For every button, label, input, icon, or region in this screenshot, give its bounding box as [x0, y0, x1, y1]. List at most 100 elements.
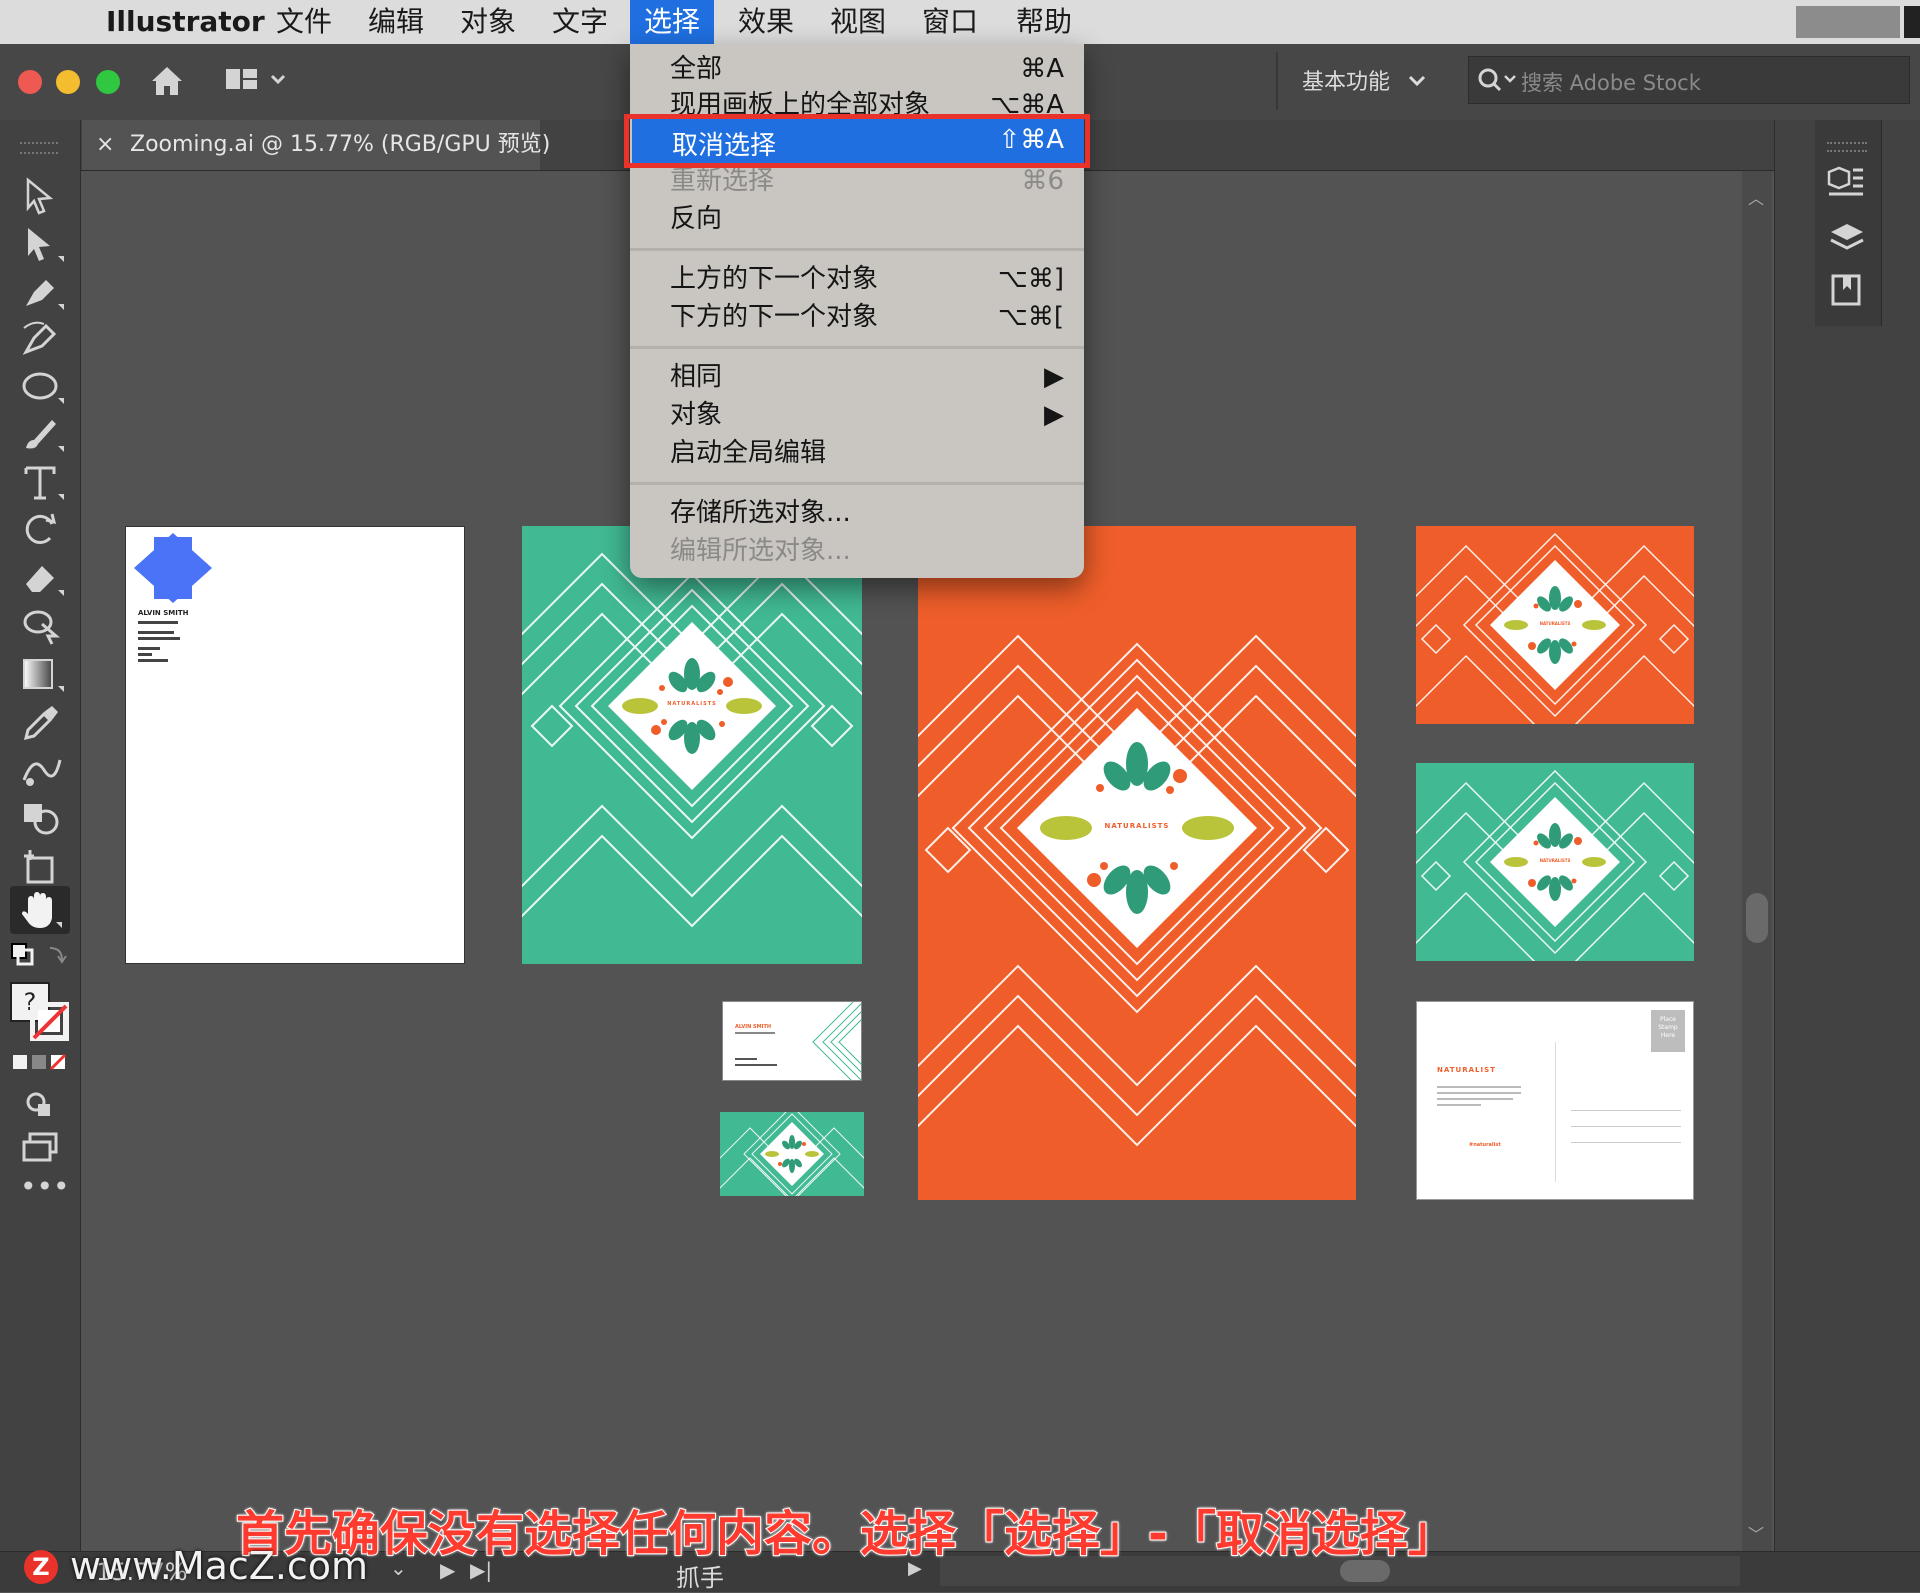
- artboard-teal-poster[interactable]: NATURALISTS: [522, 526, 862, 964]
- menu-item-label: 编辑所选对象...: [670, 536, 851, 566]
- menu-item-save-selection[interactable]: 存储所选对象...: [670, 496, 1064, 530]
- libraries-panel-icon[interactable]: [1827, 272, 1867, 308]
- divider: [1276, 52, 1278, 110]
- menu-separator: [630, 482, 1084, 485]
- menu-object[interactable]: 对象: [460, 0, 516, 44]
- menu-item-same[interactable]: 相同 ▶: [670, 360, 1064, 394]
- artboard-orange-card[interactable]: NATURALISTS: [1416, 526, 1694, 724]
- shape-builder-tool-icon[interactable]: [20, 798, 66, 838]
- blend-tool-icon[interactable]: [20, 750, 66, 790]
- orange-poster-brand: NATURALISTS: [1104, 822, 1170, 830]
- menu-separator: [630, 248, 1084, 251]
- menu-select[interactable]: 选择: [630, 0, 715, 44]
- arrange-documents-icon[interactable]: [224, 66, 288, 96]
- artboard-business-card[interactable]: ALVIN SMITH: [722, 1001, 862, 1081]
- watermark-logo: Z: [24, 1550, 58, 1584]
- stroke-color-icon[interactable]: [30, 1002, 70, 1042]
- menu-item-next-object-above[interactable]: 上方的下一个对象 ⌥⌘]: [670, 262, 1064, 296]
- artboard-business-card-back[interactable]: [720, 1112, 864, 1196]
- menu-item-object[interactable]: 对象 ▶: [670, 398, 1064, 432]
- postcard-text-line: [1437, 1104, 1481, 1106]
- menu-help[interactable]: 帮助: [1016, 0, 1072, 44]
- business-card-back-art: [720, 1112, 864, 1196]
- business-card-pattern: [812, 1002, 861, 1080]
- search-placeholder: 搜索 Adobe Stock: [1521, 71, 1701, 95]
- eyedropper-tool-icon[interactable]: [20, 702, 66, 742]
- vertical-scrollbar[interactable]: ︿ ﹀: [1742, 171, 1772, 1551]
- postcard-text-line: [1437, 1092, 1521, 1094]
- vertical-scroll-thumb[interactable]: [1746, 893, 1768, 943]
- document-tab[interactable]: × Zooming.ai @ 15.77% (RGB/GPU 预览): [82, 120, 550, 170]
- close-tab-icon[interactable]: ×: [96, 120, 114, 170]
- close-window-button[interactable]: [18, 70, 42, 94]
- right-panel-dock: [1774, 120, 1920, 1591]
- scroll-up-icon[interactable]: ︿: [1748, 185, 1764, 209]
- menu-item-label: 启动全局编辑: [670, 438, 827, 468]
- tutorial-caption: 首先确保没有选择任何内容。选择「选择」-「取消选择」: [235, 1505, 1457, 1563]
- menu-item-next-object-below[interactable]: 下方的下一个对象 ⌥⌘[: [670, 300, 1064, 334]
- menu-item-label: 反向: [670, 204, 723, 234]
- stock-search-field[interactable]: 搜索 Adobe Stock: [1468, 56, 1910, 104]
- letterhead-name: ALVIN SMITH: [138, 609, 189, 617]
- postcard-text-line: [1437, 1086, 1521, 1088]
- menu-item-select-all[interactable]: 全部 ⌘A: [670, 52, 1064, 86]
- menu-effect[interactable]: 效果: [738, 0, 794, 44]
- properties-panel-icon[interactable]: [1825, 164, 1869, 204]
- layers-panel-icon[interactable]: [1827, 220, 1867, 256]
- menu-item-shortcut: ⌘6: [1021, 166, 1064, 196]
- artboard-letterhead[interactable]: ALVIN SMITH: [125, 526, 465, 964]
- artboard-teal-card[interactable]: NATURALISTS: [1416, 763, 1694, 961]
- postcard-title: NATURALIST: [1437, 1066, 1496, 1074]
- curvature-tool-icon[interactable]: [20, 318, 66, 358]
- menu-edit[interactable]: 编辑: [368, 0, 424, 44]
- postcard-address-line: [1571, 1142, 1681, 1143]
- artboard-orange-poster[interactable]: NATURALISTS: [918, 526, 1356, 1200]
- postcard-text-line: [1437, 1098, 1513, 1100]
- status-item: [1796, 6, 1900, 38]
- paintbrush-tool-icon[interactable]: [20, 414, 66, 454]
- ellipse-tool-icon[interactable]: [20, 366, 66, 406]
- menu-window[interactable]: 窗口: [922, 0, 978, 44]
- free-transform-tool-icon[interactable]: [20, 606, 66, 646]
- app-menu[interactable]: Illustrator: [106, 0, 265, 44]
- submenu-arrow-icon: ▶: [1044, 400, 1064, 430]
- selection-tool-icon[interactable]: [20, 176, 60, 216]
- business-card-line: [735, 1064, 777, 1066]
- artboard-postcard[interactable]: Place Stamp Here NATURALIST #naturalist: [1416, 1001, 1694, 1200]
- gradient-tool-icon[interactable]: [20, 654, 66, 694]
- menu-file[interactable]: 文件: [276, 0, 332, 44]
- chevron-down-icon[interactable]: [1408, 74, 1426, 88]
- type-tool-icon[interactable]: [20, 462, 66, 502]
- menu-separator: [630, 346, 1084, 349]
- pen-tool-icon[interactable]: [20, 272, 66, 312]
- menu-type[interactable]: 文字: [552, 0, 608, 44]
- menu-item-inverse[interactable]: 反向: [670, 202, 1064, 236]
- screen-mode-icon[interactable]: [20, 1130, 60, 1166]
- workspace-switcher[interactable]: 基本功能: [1302, 64, 1390, 96]
- draw-mode-icon[interactable]: [24, 1088, 56, 1120]
- direct-selection-tool-icon[interactable]: [20, 224, 66, 264]
- menu-item-label: 对象: [670, 400, 723, 430]
- zoom-window-button[interactable]: [96, 70, 120, 94]
- toolbar-grip[interactable]: [20, 142, 58, 154]
- panel-grip[interactable]: [1827, 142, 1867, 152]
- artboard-tool-icon[interactable]: [20, 846, 66, 886]
- tools-panel: ? •••: [0, 120, 81, 1591]
- eraser-tool-icon[interactable]: [20, 558, 66, 598]
- home-icon[interactable]: [148, 62, 186, 100]
- scroll-down-icon[interactable]: ﹀: [1748, 1521, 1764, 1545]
- menu-item-global-edit[interactable]: 启动全局编辑: [670, 436, 1064, 470]
- more-tools-icon[interactable]: •••: [20, 1170, 70, 1203]
- business-card-line: [735, 1032, 775, 1034]
- menu-item-shortcut: ⌘A: [1020, 54, 1064, 84]
- swap-fill-stroke-icon[interactable]: [10, 942, 70, 972]
- hand-tool-icon[interactable]: [18, 890, 64, 932]
- letterhead-line: [138, 647, 160, 650]
- menu-view[interactable]: 视图: [830, 0, 886, 44]
- rotate-tool-icon[interactable]: [20, 510, 66, 550]
- menu-item-label: 存储所选对象...: [670, 498, 851, 528]
- menu-item-shortcut: ⌥⌘[: [997, 302, 1064, 332]
- color-mode-icons[interactable]: [12, 1052, 68, 1074]
- teal-poster-brand: NATURALISTS: [667, 701, 717, 707]
- minimize-window-button[interactable]: [56, 70, 80, 94]
